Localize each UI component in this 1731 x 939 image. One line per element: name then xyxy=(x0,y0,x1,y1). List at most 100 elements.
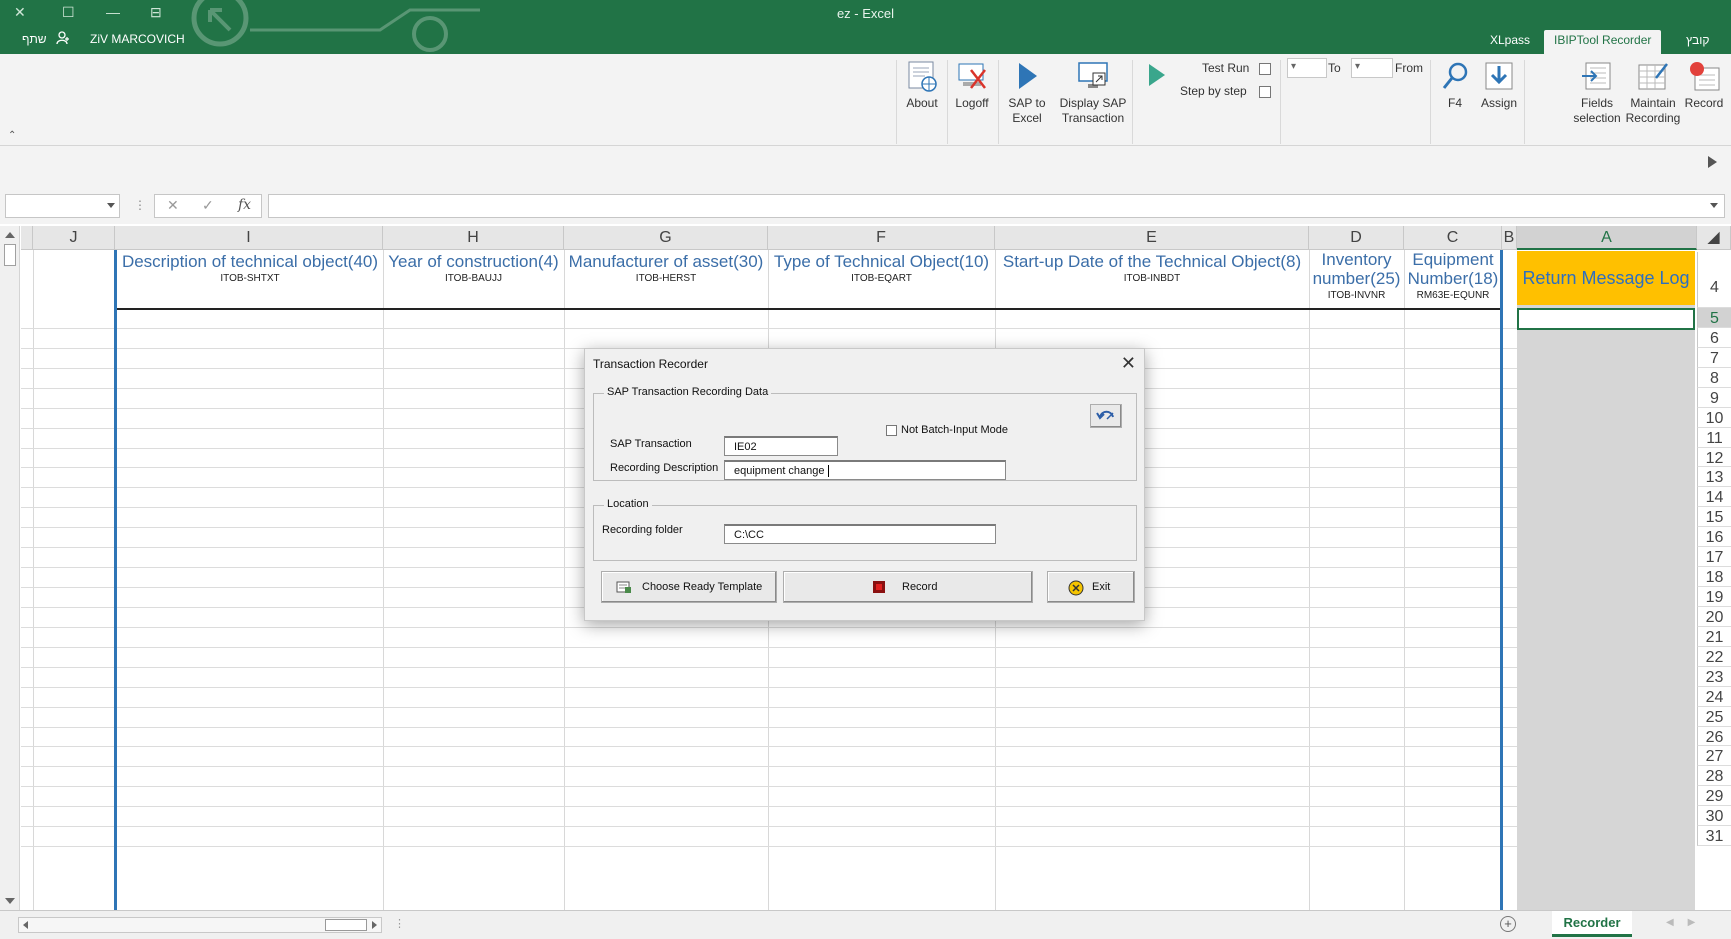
row-header[interactable]: 10 xyxy=(1697,407,1731,428)
vertical-scroll-thumb[interactable] xyxy=(4,244,16,266)
insert-function-icon[interactable]: fx xyxy=(238,197,251,213)
column-header-h[interactable]: H xyxy=(383,226,564,250)
horizontal-scroll-thumb[interactable] xyxy=(325,919,367,931)
step-by-step-checkbox[interactable] xyxy=(1259,86,1271,98)
row-header[interactable]: 14 xyxy=(1697,487,1731,508)
vertical-scrollbar[interactable] xyxy=(0,226,20,910)
sheet-tab-recorder[interactable]: Recorder xyxy=(1552,911,1632,937)
expand-formula-icon[interactable] xyxy=(1710,203,1718,208)
header-cell-startup-date[interactable]: Start-up Date of the Technical Object(8)… xyxy=(995,252,1309,308)
run-play-icon[interactable] xyxy=(1146,62,1168,88)
dialog-close-icon[interactable]: ✕ xyxy=(1121,353,1136,374)
header-cell-equipment[interactable]: Equipment Number(18) RM63E-EQUNR xyxy=(1404,250,1502,306)
header-cell-year[interactable]: Year of construction(4) ITOB-BAUJJ xyxy=(383,252,564,308)
fields-selection-button[interactable]: Fields selection xyxy=(1570,60,1624,126)
header-cell-manufacturer[interactable]: Manufacturer of asset(30) ITOB-HERST xyxy=(564,252,768,308)
formula-input[interactable] xyxy=(268,194,1725,218)
formula-bar-grip[interactable]: ⋮ xyxy=(134,198,146,212)
row-header[interactable]: 7 xyxy=(1697,347,1731,368)
row-header[interactable]: 16 xyxy=(1697,527,1731,548)
row-header[interactable]: 31 xyxy=(1697,826,1731,847)
sheet-nav-arrows-icon[interactable]: ◀ ▶ xyxy=(1666,917,1695,928)
row-header[interactable]: 30 xyxy=(1697,806,1731,827)
exit-button[interactable]: Exit xyxy=(1047,571,1135,603)
test-run-checkbox[interactable] xyxy=(1259,63,1271,75)
recording-folder-input[interactable]: C:\CC xyxy=(724,524,996,544)
row-header[interactable]: 25 xyxy=(1697,706,1731,727)
not-batch-input-checkbox[interactable] xyxy=(886,425,897,436)
column-header-f[interactable]: F xyxy=(768,226,995,250)
column-header-d[interactable]: D xyxy=(1309,226,1404,250)
row-header[interactable]: 26 xyxy=(1697,726,1731,747)
maintain-recording-button[interactable]: Maintain Recording xyxy=(1624,60,1682,126)
row-header[interactable]: 20 xyxy=(1697,606,1731,627)
display-sap-transaction-button[interactable]: Display SAP Transaction xyxy=(1058,60,1128,126)
to-label: To xyxy=(1328,61,1341,75)
scroll-right-arrow-icon[interactable] xyxy=(1708,156,1717,168)
from-combo[interactable]: ▾ xyxy=(1351,58,1393,78)
row-header[interactable]: 22 xyxy=(1697,646,1731,667)
choose-ready-template-button[interactable]: Choose Ready Template xyxy=(601,571,777,603)
row-header[interactable]: 28 xyxy=(1697,766,1731,787)
tab-xlpass[interactable]: XLpass xyxy=(1480,30,1540,54)
about-button[interactable]: About xyxy=(902,60,942,111)
add-sheet-icon[interactable]: + xyxy=(1500,916,1516,932)
collapse-ribbon-icon[interactable]: ⌃ xyxy=(8,130,16,141)
share-button[interactable]: שתף xyxy=(22,32,47,46)
row-header[interactable]: 27 xyxy=(1697,746,1731,767)
record-button[interactable]: Record xyxy=(783,571,1033,603)
select-all-corner[interactable]: ◢ xyxy=(1697,226,1731,250)
tab-ibiptool-recorder[interactable]: IBIPTool Recorder xyxy=(1544,30,1662,54)
tab-file[interactable]: קובץ xyxy=(1676,30,1719,54)
row-header[interactable]: 19 xyxy=(1697,587,1731,607)
row-header[interactable]: 29 xyxy=(1697,786,1731,807)
assign-button[interactable]: Assign xyxy=(1478,60,1520,111)
row-header[interactable]: 15 xyxy=(1697,507,1731,528)
row-header[interactable]: 9 xyxy=(1697,387,1731,408)
row-header[interactable]: 11 xyxy=(1697,427,1731,448)
formula-bar: ⋮ ✕ ✓ fx xyxy=(0,188,1731,224)
to-combo[interactable]: ▾ xyxy=(1287,58,1327,78)
record-button-ribbon[interactable]: Record xyxy=(1684,60,1724,111)
f4-button[interactable]: F4 xyxy=(1438,60,1472,111)
row-header[interactable]: 21 xyxy=(1697,626,1731,647)
column-header-i[interactable]: I xyxy=(115,226,383,250)
row-header[interactable]: 13 xyxy=(1697,467,1731,488)
location-group: Location Recording folder C:\CC xyxy=(593,498,1137,561)
header-cell-type[interactable]: Type of Technical Object(10) ITOB-EQART xyxy=(768,252,995,308)
column-header-j[interactable]: J xyxy=(33,226,115,250)
row-header[interactable]: 5 xyxy=(1697,308,1731,328)
column-header-g[interactable]: G xyxy=(564,226,768,250)
header-cell-inventory[interactable]: Inventory number(25) ITOB-INVNR xyxy=(1309,250,1404,306)
header-cell-description[interactable]: Description of technical object(40) ITOB… xyxy=(117,252,383,308)
confirm-entry-icon[interactable]: ✓ xyxy=(202,197,214,214)
sap-transaction-input[interactable]: IE02 xyxy=(724,436,838,456)
column-header-a[interactable]: A xyxy=(1517,226,1697,250)
row-header[interactable]: 17 xyxy=(1697,547,1731,568)
active-cell-a5[interactable] xyxy=(1517,308,1695,330)
row-header[interactable]: 8 xyxy=(1697,367,1731,388)
back-button[interactable] xyxy=(1090,404,1122,428)
row-header[interactable]: 6 xyxy=(1697,327,1731,348)
recording-description-input[interactable]: equipment change xyxy=(724,460,1006,480)
scroll-down-icon[interactable] xyxy=(5,898,15,904)
column-header-b[interactable]: B xyxy=(1502,226,1517,250)
scroll-up-icon[interactable] xyxy=(5,232,15,238)
column-header-c[interactable]: C xyxy=(1404,226,1502,250)
cancel-entry-icon[interactable]: ✕ xyxy=(167,197,179,214)
scrollbar-splitter[interactable]: ⋮ xyxy=(394,917,405,930)
column-header-e[interactable]: E xyxy=(995,226,1309,250)
row-header[interactable]: 18 xyxy=(1697,567,1731,587)
sap-to-excel-button[interactable]: SAP to Excel xyxy=(1004,60,1050,126)
scroll-left-icon[interactable] xyxy=(23,921,28,929)
logoff-button[interactable]: Logoff xyxy=(952,60,992,111)
row-header[interactable]: 23 xyxy=(1697,666,1731,687)
from-label: From xyxy=(1395,61,1423,75)
row-header[interactable]: 24 xyxy=(1697,686,1731,707)
return-message-log-cell[interactable]: Return Message Log xyxy=(1517,251,1695,305)
horizontal-scrollbar[interactable] xyxy=(18,917,382,933)
name-box[interactable] xyxy=(5,194,120,218)
row-header[interactable]: 4 xyxy=(1697,252,1731,308)
row-header[interactable]: 12 xyxy=(1697,447,1731,468)
scroll-right-icon[interactable] xyxy=(372,921,377,929)
